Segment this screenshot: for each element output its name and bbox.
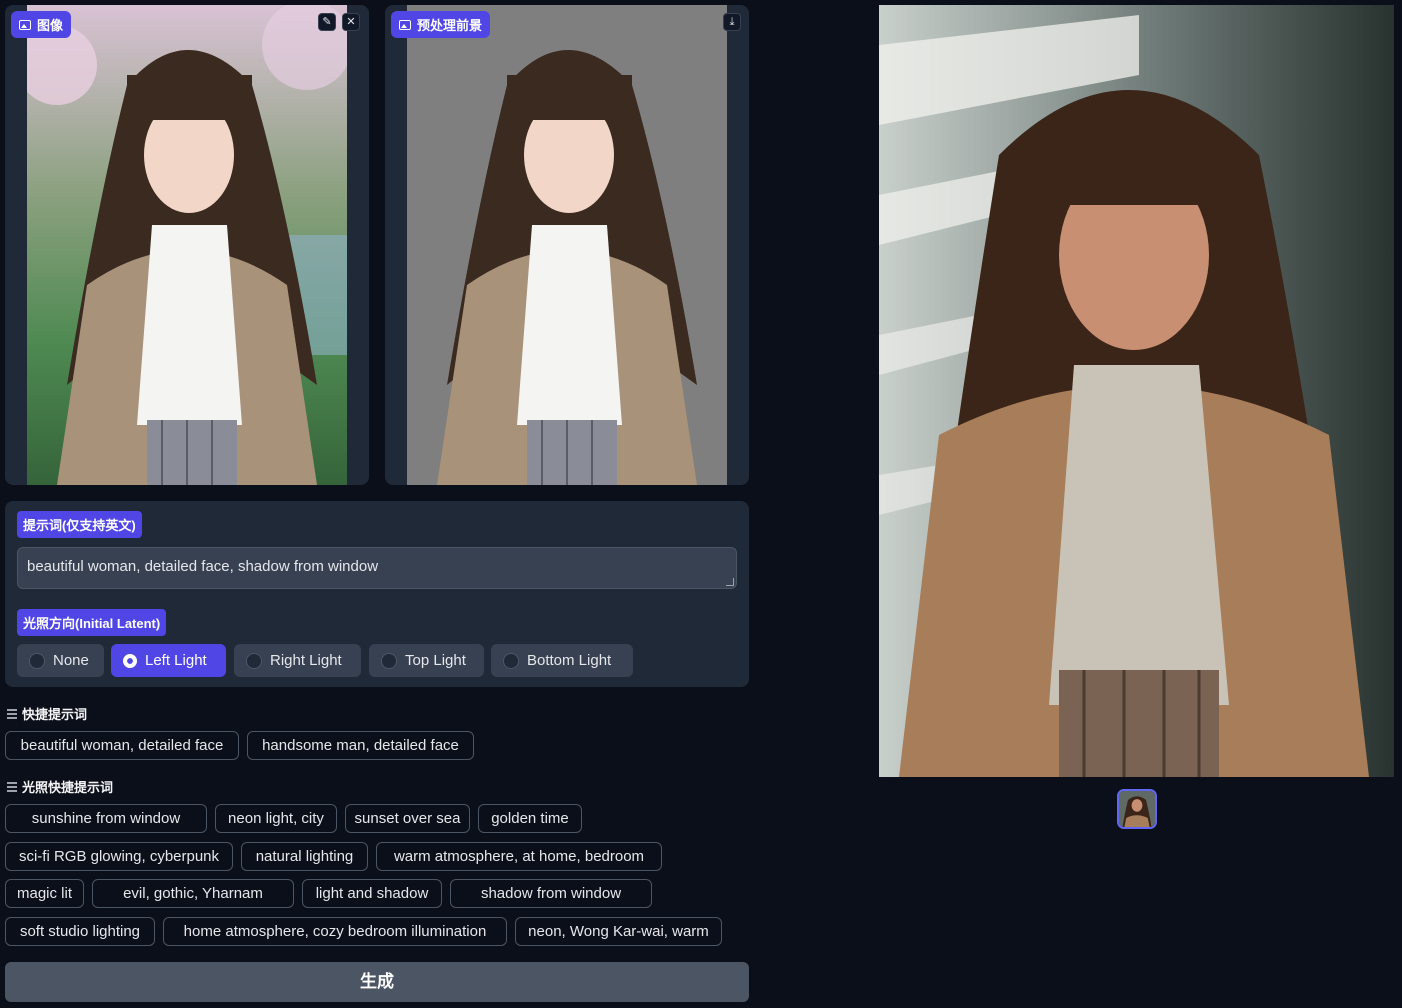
image-icon: [399, 19, 411, 30]
list-icon: [7, 782, 17, 792]
radio-dot: [503, 652, 519, 669]
pencil-icon[interactable]: ✎: [318, 13, 336, 31]
preprocessed-panel[interactable]: 预处理前景 ⤓: [385, 5, 749, 485]
resize-handle[interactable]: [726, 578, 734, 586]
lighting-prompt-chip[interactable]: neon, Wong Kar-wai, warm: [515, 917, 722, 946]
output-thumbnail[interactable]: [1117, 789, 1157, 829]
preprocessed-label: 预处理前景: [391, 11, 491, 38]
image-icon: [19, 19, 31, 30]
download-icon[interactable]: ⤓: [723, 13, 741, 31]
output-image[interactable]: [879, 5, 1394, 777]
quick-prompt-chip[interactable]: handsome man, detailed face: [247, 731, 474, 760]
lighting-prompt-chip[interactable]: sunset over sea: [345, 804, 470, 833]
lighting-prompt-chip[interactable]: sci-fi RGB glowing, cyberpunk: [5, 842, 233, 871]
lighting-prompt-chip[interactable]: evil, gothic, Yharnam: [92, 879, 294, 908]
lighting-prompt-chip[interactable]: golden time: [478, 804, 582, 833]
lighting-prompt-chip[interactable]: sunshine from window: [5, 804, 207, 833]
lighting-prompt-chip[interactable]: shadow from window: [450, 879, 652, 908]
close-icon[interactable]: ✕: [342, 13, 360, 31]
input-image-label: 图像: [11, 11, 72, 38]
list-icon: [7, 709, 17, 719]
lighting-prompt-chip[interactable]: natural lighting: [241, 842, 368, 871]
prompt-label: 提示词(仅支持英文): [17, 511, 142, 538]
prompt-input[interactable]: beautiful woman, detailed face, shadow f…: [17, 547, 737, 589]
radio-dot: [381, 652, 397, 669]
lighting-prompt-chip[interactable]: light and shadow: [302, 879, 442, 908]
lighting-direction-label: 光照方向(Initial Latent): [17, 609, 167, 636]
input-photo: [27, 5, 347, 485]
input-image-panel[interactable]: 图像 ✎ ✕: [5, 5, 369, 485]
quick-prompt-chip[interactable]: beautiful woman, detailed face: [5, 731, 239, 760]
thumbnail-image: [1119, 791, 1155, 827]
lighting-prompt-chip[interactable]: warm atmosphere, at home, bedroom: [376, 842, 662, 871]
radio-left-light[interactable]: Left Light: [111, 644, 226, 677]
radio-top-light[interactable]: Top Light: [369, 644, 484, 677]
lighting-prompt-chip[interactable]: magic lit: [5, 879, 84, 908]
radio-dot-checked: [123, 653, 137, 668]
preprocessed-photo: [407, 5, 727, 485]
lighting-prompt-chip[interactable]: soft studio lighting: [5, 917, 155, 946]
radio-right-light[interactable]: Right Light: [234, 644, 361, 677]
lighting-quick-prompts-title: 光照快捷提示词: [7, 777, 113, 796]
generate-button[interactable]: 生成: [5, 962, 749, 1002]
radio-dot: [246, 652, 262, 669]
radio-bottom-light[interactable]: Bottom Light: [491, 644, 633, 677]
lighting-prompt-chip[interactable]: neon light, city: [215, 804, 337, 833]
radio-none[interactable]: None: [17, 644, 104, 677]
radio-dot: [29, 652, 45, 669]
lighting-prompt-chip[interactable]: home atmosphere, cozy bedroom illuminati…: [163, 917, 507, 946]
quick-prompts-title: 快捷提示词: [7, 704, 87, 723]
